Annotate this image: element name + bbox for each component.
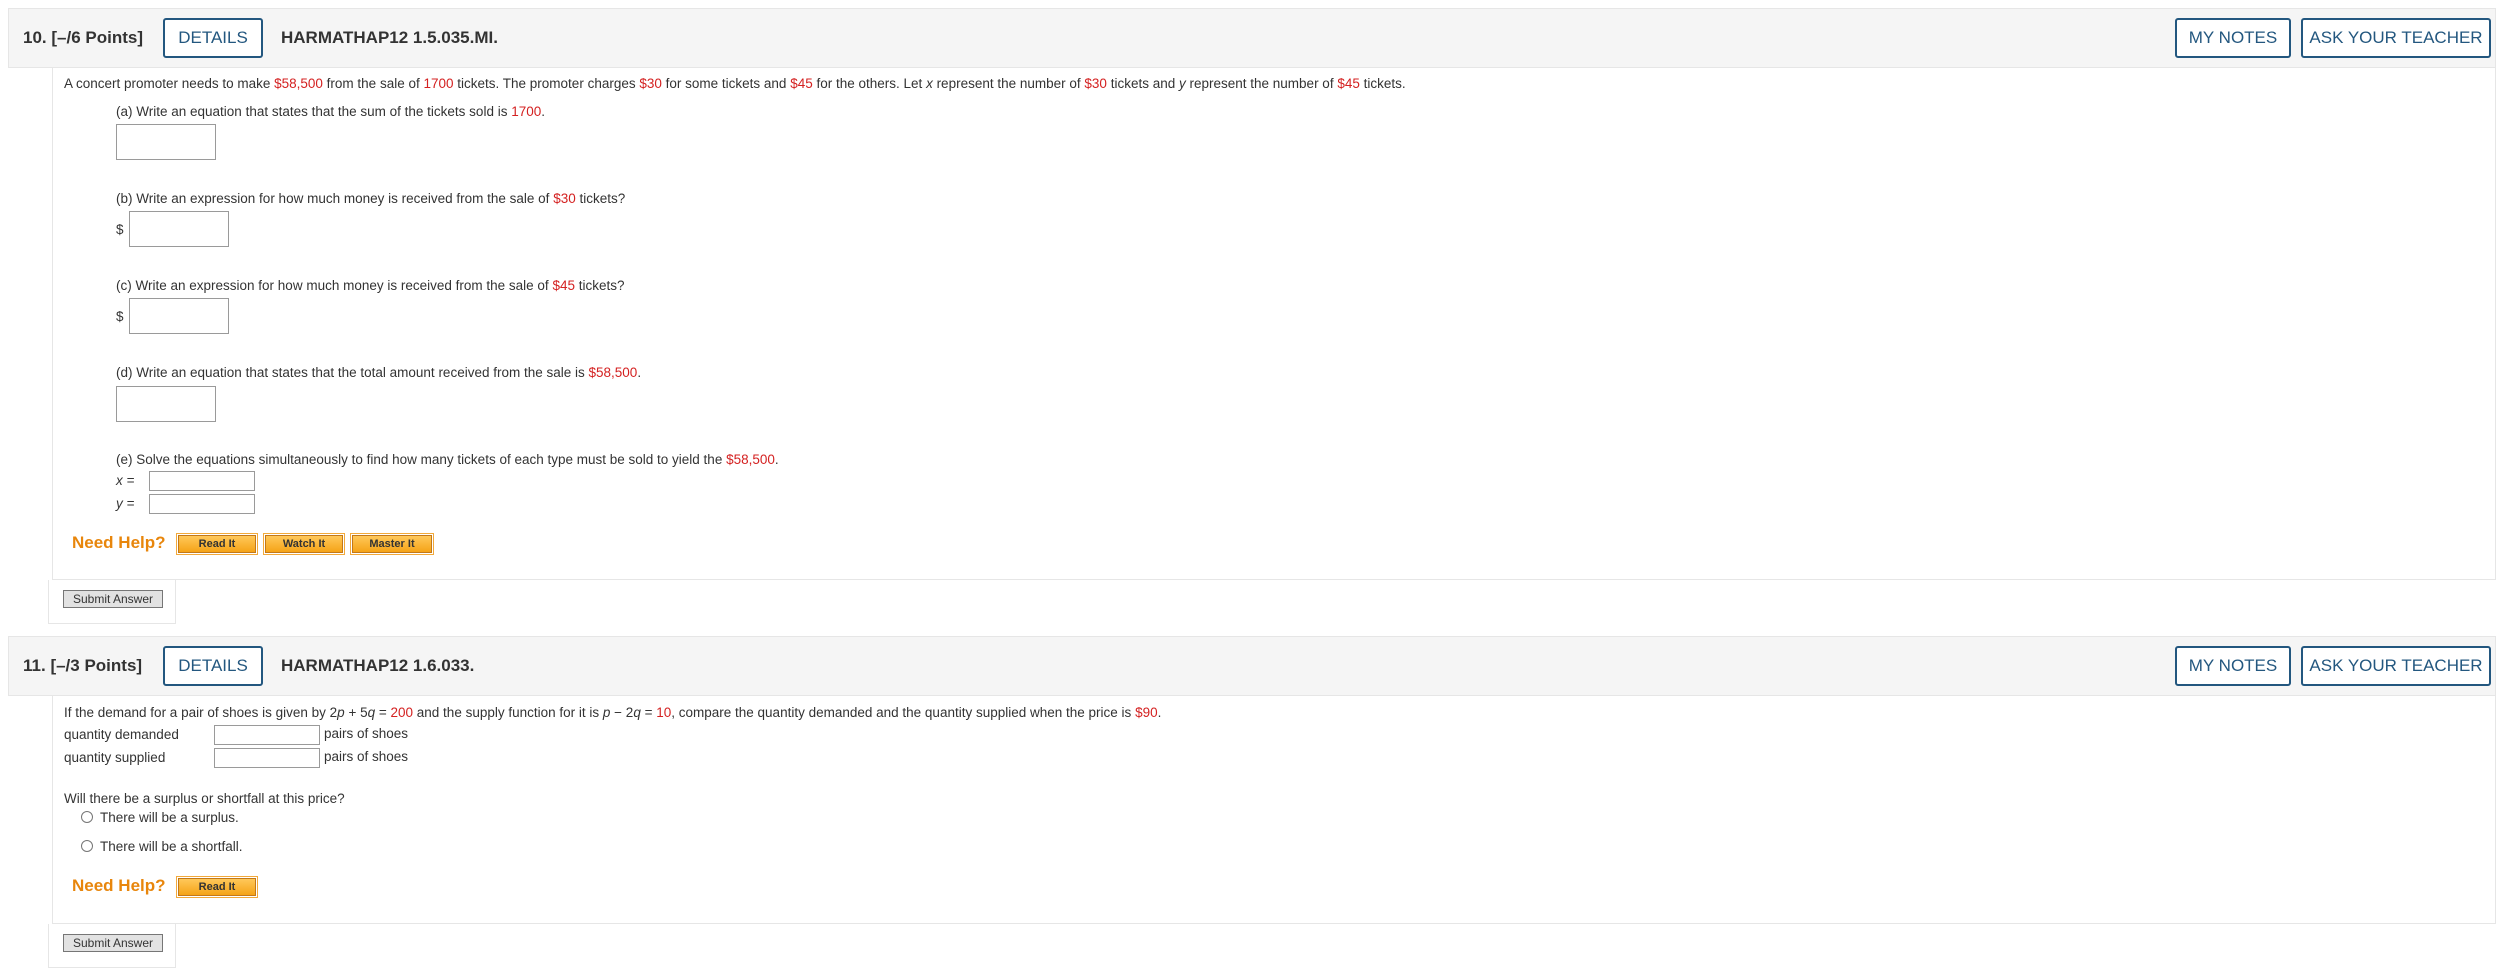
quantity-demanded-unit: pairs of shoes (324, 726, 409, 741)
part-b-dollar-prefix: $ (116, 222, 124, 237)
need-help-label: Need Help? (72, 876, 166, 895)
details-button[interactable]: DETAILS (163, 646, 263, 686)
question-11-body (52, 696, 2496, 924)
need-help-label: Need Help? (72, 533, 166, 552)
question-number: 11. [–/3 Points] (23, 656, 143, 675)
submit-answer-button[interactable]: Submit Answer (63, 934, 163, 952)
part-c-answer-input[interactable] (129, 298, 229, 334)
quantity-supplied-unit: pairs of shoes (324, 749, 409, 764)
part-d-text: (d) Write an equation that states that t… (116, 365, 642, 380)
my-notes-button[interactable]: MY NOTES (2175, 18, 2291, 58)
quantity-supplied-label: quantity supplied (64, 750, 166, 765)
part-b-answer-input[interactable] (129, 211, 229, 247)
part-c-dollar-prefix: $ (116, 309, 124, 324)
details-button[interactable]: DETAILS (163, 18, 263, 58)
part-a-answer-input[interactable] (116, 124, 216, 160)
read-it-button[interactable]: Read It (176, 533, 258, 555)
question-number: 10. [–/6 Points] (23, 28, 143, 47)
surplus-radio[interactable] (81, 811, 93, 823)
my-notes-button[interactable]: MY NOTES (2175, 646, 2291, 686)
part-e-text: (e) Solve the equations simultaneously t… (116, 452, 779, 467)
submit-answer-button[interactable]: Submit Answer (63, 590, 163, 608)
ask-your-teacher-button[interactable]: ASK YOUR TEACHER (2301, 646, 2491, 686)
watch-it-button[interactable]: Watch It (263, 533, 345, 555)
master-it-button[interactable]: Master It (350, 533, 434, 555)
submit-area: Submit Answer (48, 924, 176, 968)
surplus-question-text: Will there be a surplus or shortfall at … (64, 791, 345, 806)
quantity-supplied-input[interactable] (214, 748, 320, 768)
part-d-answer-input[interactable] (116, 386, 216, 422)
question-code: HARMATHAP12 1.5.035.MI. (281, 28, 498, 47)
quantity-demanded-label: quantity demanded (64, 727, 179, 742)
y-label: y = (116, 496, 135, 511)
part-a-text: (a) Write an equation that states that t… (116, 104, 546, 119)
question-prompt: A concert promoter needs to make $58,500… (64, 76, 1406, 91)
part-b-text: (b) Write an expression for how much mon… (116, 191, 626, 206)
shortfall-radio[interactable] (81, 840, 93, 852)
surplus-option-label[interactable]: There will be a surplus. (100, 810, 239, 825)
question-11-header: 11. [–/3 Points] DETAILS HARMATHAP12 1.6… (8, 636, 2496, 696)
x-label: x = (116, 473, 135, 488)
question-10-header: 10. [–/6 Points] DETAILS HARMATHAP12 1.5… (8, 8, 2496, 68)
y-answer-input[interactable] (149, 494, 255, 514)
shortfall-option-label[interactable]: There will be a shortfall. (100, 839, 243, 854)
x-answer-input[interactable] (149, 471, 255, 491)
quantity-demanded-input[interactable] (214, 725, 320, 745)
ask-your-teacher-button[interactable]: ASK YOUR TEACHER (2301, 18, 2491, 58)
question-prompt: If the demand for a pair of shoes is giv… (64, 705, 1162, 720)
read-it-button[interactable]: Read It (176, 876, 258, 898)
submit-area: Submit Answer (48, 580, 176, 624)
question-10-body (52, 68, 2496, 580)
question-code: HARMATHAP12 1.6.033. (281, 656, 475, 675)
part-c-text: (c) Write an expression for how much mon… (116, 278, 625, 293)
